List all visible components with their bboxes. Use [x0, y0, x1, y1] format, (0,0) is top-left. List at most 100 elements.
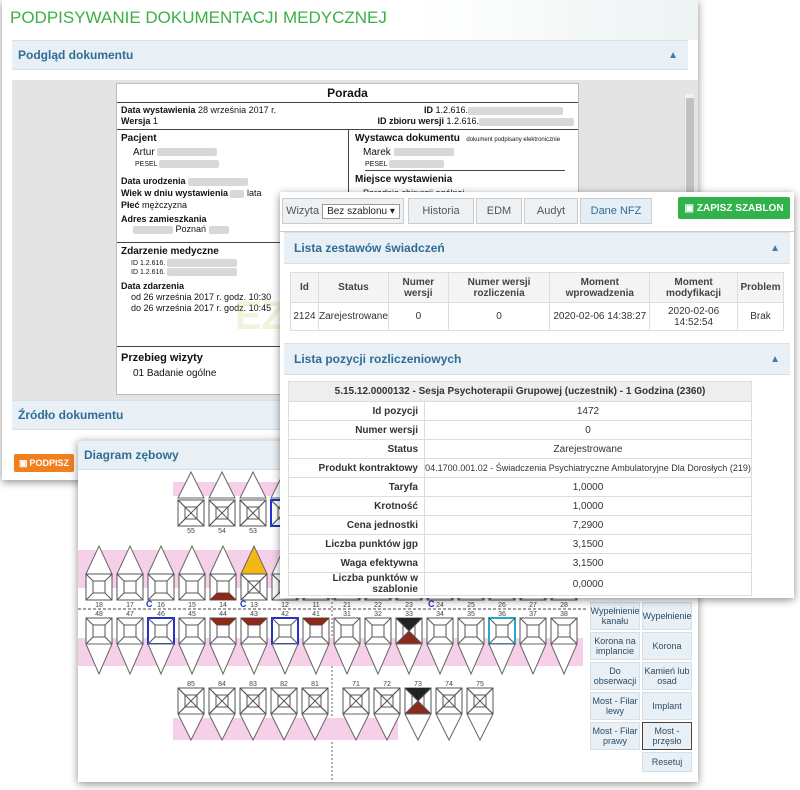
tooth-number: 27: [529, 602, 537, 609]
row-value: 1472: [424, 401, 752, 421]
tooth[interactable]: [208, 499, 236, 527]
tooth[interactable]: [177, 499, 205, 527]
tooth-number: 46: [157, 611, 165, 618]
kamien-button[interactable]: Kamień lub osad: [642, 662, 692, 690]
tooth[interactable]: [239, 687, 267, 715]
tab-audyt[interactable]: Audyt: [524, 198, 578, 224]
tooth-number: 11: [312, 602, 319, 609]
chevron-up-icon[interactable]: ▲: [770, 243, 780, 254]
tooth-number: 38: [560, 611, 568, 618]
tooth[interactable]: [519, 617, 547, 645]
tooth[interactable]: [426, 617, 454, 645]
most-filar-prawy-button[interactable]: Most - Filar prawy: [590, 722, 640, 750]
tooth[interactable]: [240, 573, 268, 601]
tooth[interactable]: [466, 687, 494, 715]
tooth[interactable]: [550, 617, 578, 645]
col-settlement-version: Numer wersji rozliczenia: [447, 272, 551, 303]
col-version: Numer wersji: [387, 272, 449, 303]
row-value: 1,0000: [424, 477, 752, 497]
tooth[interactable]: [301, 687, 329, 715]
tooth-number: 83: [249, 681, 257, 688]
sign-button-label: PODPISZ: [29, 458, 70, 468]
save-template-button[interactable]: ▣ ZAPISZ SZABLON: [678, 197, 790, 219]
save-icon: ▣: [18, 457, 28, 468]
tooth[interactable]: [116, 573, 144, 601]
tooth[interactable]: [488, 617, 516, 645]
tooth[interactable]: [342, 687, 370, 715]
cell-modified: 2020-02-06 14:52:54: [649, 302, 738, 331]
services-list-title: Lista zestawów świadczeń: [294, 241, 445, 255]
services-table: Id Status Numer wersji Numer wersji rozl…: [290, 272, 785, 331]
resetuj-button[interactable]: Resetuj: [642, 752, 692, 772]
table-row[interactable]: 2124 Zarejestrowane 0 0 2020-02-06 14:38…: [290, 302, 785, 331]
tooth[interactable]: [147, 573, 175, 601]
version-value: 1: [152, 116, 158, 126]
tooth[interactable]: [240, 617, 268, 645]
chevron-up-icon[interactable]: ▲: [770, 354, 780, 365]
implant-button[interactable]: Implant: [642, 692, 692, 720]
tooth[interactable]: [302, 617, 330, 645]
tooth-number: 35: [467, 611, 475, 618]
most-filar-lewy-button[interactable]: Most - Filar lewy: [590, 692, 640, 720]
tooth-number: 34: [436, 611, 444, 618]
issuer-pesel-label: PESEL: [365, 160, 388, 168]
table-row: Id pozycji 1472: [288, 401, 752, 421]
tooth[interactable]: [85, 617, 113, 645]
tooth-number: 12: [281, 602, 289, 609]
issuer-name: Marek: [363, 147, 391, 158]
age-unit: lata: [246, 188, 262, 198]
korona-button[interactable]: Korona: [642, 632, 692, 660]
tooth-number: 48: [95, 611, 103, 618]
col-modified: Moment modyfikacji: [649, 272, 738, 303]
tooth[interactable]: [373, 687, 401, 715]
tooth[interactable]: [178, 573, 206, 601]
wypelnienie-kanalu-button[interactable]: Wypełnienie kanału: [590, 602, 640, 630]
tooth[interactable]: [209, 617, 237, 645]
issue-date-label: Data wystawienia: [121, 105, 196, 115]
sign-button[interactable]: ▣ PODPISZ: [14, 454, 74, 472]
tooth[interactable]: [209, 573, 237, 601]
positions-caption: 5.15.12.0000132 - Sesja Psychoterapii Gr…: [288, 381, 752, 402]
tooth[interactable]: [364, 617, 392, 645]
tooth-number: 23: [405, 602, 413, 609]
wypelnienie-button[interactable]: Wypełnienie: [642, 602, 692, 630]
tooth[interactable]: [116, 617, 144, 645]
cell-status: Zarejestrowane: [317, 302, 389, 331]
tab-dane-nfz[interactable]: Dane NFZ: [580, 198, 652, 224]
positions-list-header[interactable]: Lista pozycji rozliczeniowych ▲: [284, 343, 790, 375]
tab-edm[interactable]: EDM: [476, 198, 522, 224]
tab-historia[interactable]: Historia: [408, 198, 474, 224]
do-obserwacji-button[interactable]: Do obserwacji: [590, 662, 640, 690]
tooth[interactable]: [457, 617, 485, 645]
preview-panel-header[interactable]: Podgląd dokumentu ▲: [12, 40, 688, 70]
tooth[interactable]: [177, 687, 205, 715]
row-value: 3,1500: [424, 553, 752, 573]
visit-item: 01 Badanie ogólne: [133, 368, 217, 379]
tooth[interactable]: [208, 687, 236, 715]
tooth[interactable]: [395, 617, 423, 645]
tooth[interactable]: [147, 617, 175, 645]
tooth[interactable]: [271, 617, 299, 645]
tooth-number: 53: [249, 528, 257, 535]
place-label: Miejsce wystawienia: [355, 174, 453, 185]
tooth[interactable]: [178, 617, 206, 645]
tooth-number: 36: [498, 611, 506, 618]
most-przeslo-button[interactable]: Most - przęsło: [642, 722, 692, 750]
template-select[interactable]: Bez szablonu ▾: [322, 203, 400, 219]
tooth-number: 84: [218, 681, 226, 688]
chevron-up-icon[interactable]: ▲: [668, 50, 678, 61]
services-list-header[interactable]: Lista zestawów świadczeń ▲: [284, 232, 790, 264]
tooth[interactable]: [404, 687, 432, 715]
tooth[interactable]: [435, 687, 463, 715]
tooth[interactable]: [85, 573, 113, 601]
tooth-root: [435, 713, 463, 742]
event-id1: ID 1.2.616.: [131, 259, 166, 267]
tab-wizyta[interactable]: Wizyta Bez szablonu ▾: [282, 198, 404, 224]
tooth[interactable]: [270, 687, 298, 715]
row-label: Krotność: [288, 496, 425, 516]
korona-na-implancie-button[interactable]: Korona na implancie: [590, 632, 640, 660]
table-row: Krotność 1,0000: [288, 496, 752, 516]
tooth-number: 42: [281, 611, 289, 618]
tooth[interactable]: [333, 617, 361, 645]
tooth[interactable]: [239, 499, 267, 527]
